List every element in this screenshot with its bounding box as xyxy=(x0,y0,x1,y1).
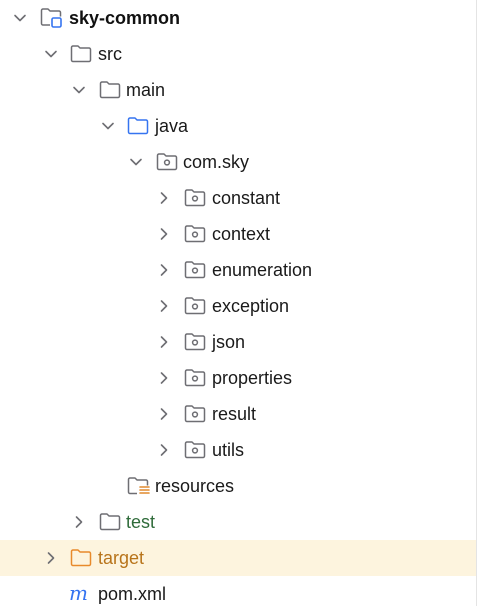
chevron-right-icon[interactable] xyxy=(157,191,171,205)
resources-folder-icon xyxy=(127,476,150,496)
chevron-right-icon[interactable] xyxy=(157,407,171,421)
package-icon xyxy=(184,368,206,388)
tree-row-json[interactable]: json xyxy=(0,324,476,360)
chevron-down-icon[interactable] xyxy=(44,47,58,61)
tree-row-pom-xml[interactable]: m pom.xml xyxy=(0,576,476,612)
tree-row-src[interactable]: src xyxy=(0,36,476,72)
tree-item-label: target xyxy=(98,548,145,568)
tree-item-label: pom.xml xyxy=(98,584,167,604)
tree-item-label: utils xyxy=(212,440,245,460)
tree-row-com-sky[interactable]: com.sky xyxy=(0,144,476,180)
package-icon xyxy=(184,260,206,280)
folder-icon xyxy=(99,512,121,532)
chevron-down-icon[interactable] xyxy=(101,119,115,133)
tree-item-label: constant xyxy=(212,188,281,208)
tree-row-target[interactable]: target xyxy=(0,540,476,576)
tree-item-label: main xyxy=(126,80,166,100)
chevron-right-icon[interactable] xyxy=(157,443,171,457)
svg-text:m: m xyxy=(69,584,88,604)
maven-icon: m xyxy=(68,584,90,604)
tree-row-sky-common[interactable]: sky-common xyxy=(0,0,476,36)
tree-row-constant[interactable]: constant xyxy=(0,180,476,216)
tree-row-properties[interactable]: properties xyxy=(0,360,476,396)
chevron-down-icon[interactable] xyxy=(13,11,27,25)
excluded-folder-icon xyxy=(70,548,92,568)
chevron-right-icon[interactable] xyxy=(157,335,171,349)
chevron-right-icon[interactable] xyxy=(157,263,171,277)
tree-row-utils[interactable]: utils xyxy=(0,432,476,468)
tree-row-resources[interactable]: resources xyxy=(0,468,476,504)
tree-row-context[interactable]: context xyxy=(0,216,476,252)
vertical-scrollbar[interactable] xyxy=(476,0,490,606)
package-icon xyxy=(184,404,206,424)
tree-item-label: test xyxy=(126,512,156,532)
tree-row-java[interactable]: java xyxy=(0,108,476,144)
package-icon xyxy=(184,296,206,316)
tree-row-main[interactable]: main xyxy=(0,72,476,108)
chevron-down-icon[interactable] xyxy=(72,83,86,97)
tree-item-label: resources xyxy=(155,476,235,496)
tree-item-label: properties xyxy=(212,368,293,388)
module-folder-icon xyxy=(40,7,62,28)
chevron-down-icon[interactable] xyxy=(129,155,143,169)
chevron-right-icon[interactable] xyxy=(44,551,58,565)
chevron-right-icon[interactable] xyxy=(157,227,171,241)
tree-row-test[interactable]: test xyxy=(0,504,476,540)
project-tree: sky-common src main java com.sky constan… xyxy=(0,0,476,606)
tree-item-label: src xyxy=(98,44,122,64)
tree-row-exception[interactable]: exception xyxy=(0,288,476,324)
folder-icon xyxy=(70,44,92,64)
package-icon xyxy=(156,152,178,172)
package-icon xyxy=(184,440,206,460)
package-icon xyxy=(184,332,206,352)
tree-item-label: sky-common xyxy=(69,8,181,28)
chevron-right-icon[interactable] xyxy=(72,515,86,529)
tree-row-enumeration[interactable]: enumeration xyxy=(0,252,476,288)
source-root-folder-icon xyxy=(127,116,149,136)
folder-icon xyxy=(99,80,121,100)
chevron-right-icon[interactable] xyxy=(157,371,171,385)
tree-row-result[interactable]: result xyxy=(0,396,476,432)
chevron-right-icon[interactable] xyxy=(157,299,171,313)
package-icon xyxy=(184,224,206,244)
tree-item-label: enumeration xyxy=(212,260,313,280)
tree-item-label: result xyxy=(212,404,257,424)
tree-item-label: json xyxy=(212,332,246,352)
package-icon xyxy=(184,188,206,208)
tree-item-label: java xyxy=(155,116,189,136)
tree-item-label: exception xyxy=(212,296,290,316)
tree-item-label: context xyxy=(212,224,271,244)
tree-item-label: com.sky xyxy=(183,152,250,172)
